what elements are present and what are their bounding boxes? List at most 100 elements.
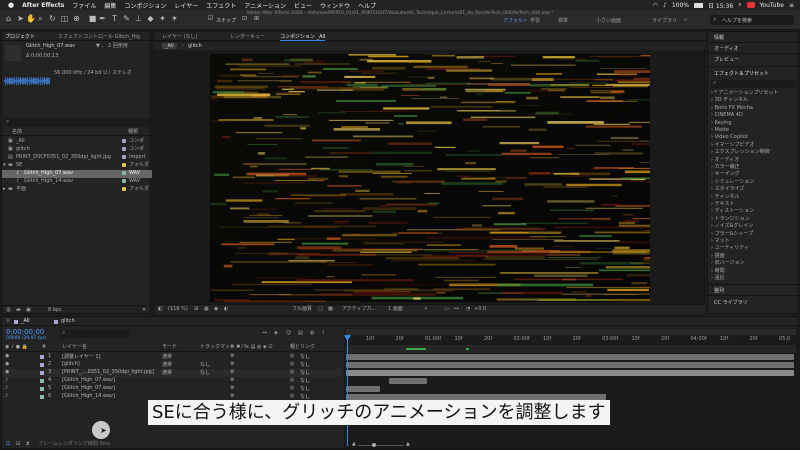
menu-file[interactable]: ファイル [68, 1, 100, 10]
effect-category[interactable]: › ノイズ&グレイン [711, 223, 753, 231]
effect-category[interactable]: › 時間 [711, 268, 725, 276]
libraries-panel-title[interactable]: CC ライブラリ [714, 299, 748, 306]
preview-panel-title[interactable]: プレビュー [714, 56, 739, 63]
zoom-out-icon[interactable]: ▲ [352, 441, 356, 449]
breadcrumb-all[interactable]: _All [162, 43, 177, 49]
eraser-tool-icon[interactable]: ◆ [146, 14, 155, 24]
effects-presets-title[interactable]: エフェクト＆プリセット [714, 70, 769, 77]
menu-layer[interactable]: レイヤー [170, 1, 202, 10]
exposure-icon[interactable]: ◔ [466, 306, 470, 314]
column-name-header[interactable]: 名前 [12, 129, 22, 137]
layer-parent-dropdown[interactable]: なし [300, 361, 310, 368]
tab-timeline-glitch[interactable]: glitch [61, 318, 75, 324]
folder-collapse-icon[interactable]: ▸ [3, 186, 6, 194]
new-comp-icon[interactable]: ▣ [26, 307, 31, 315]
layer-parent-dropdown[interactable]: なし [300, 393, 310, 400]
layer-mode-dropdown[interactable]: 通常 [162, 369, 172, 376]
audio-toggle-icon[interactable]: ♪ [5, 377, 8, 383]
modes-toggle-icon[interactable]: ⊟ [16, 441, 20, 449]
clone-tool-icon[interactable]: ⊥ [134, 14, 143, 24]
layer-row[interactable]: ♪ 4 [Glitch_High_07.wav] ⚙ ◎ なし [2, 377, 342, 385]
menu-help[interactable]: ヘルプ [354, 1, 380, 10]
camera-dropdown[interactable]: アクティブカ... [342, 306, 376, 314]
layer-switch-icon[interactable]: ⚙ [230, 377, 234, 383]
tab-layer[interactable]: レイヤー (なし) [162, 33, 197, 40]
wifi-icon[interactable]: ◠ [653, 2, 658, 9]
text-tool-icon[interactable]: T [110, 14, 119, 24]
zoom-dropdown[interactable]: (116 %) [168, 306, 188, 314]
timeline-graph-area[interactable]: 10f 20f 01:00f 10f 20f 02:00f 10f 20f 03:00f 10f 2… [344, 328, 800, 448]
clock[interactable]: 日 15:36 [708, 1, 733, 10]
list-item[interactable]: ♪ Glitch_High_14.wav WAV [2, 178, 152, 186]
effect-category[interactable]: › チャンネル [711, 194, 739, 202]
layer-switch-icon[interactable]: ⚙ [230, 369, 234, 375]
rotate-tool-icon[interactable]: ↻ [48, 14, 57, 24]
effect-category[interactable]: › 遠近 [711, 275, 725, 283]
workspace-menu-icon[interactable]: » [684, 17, 687, 23]
resolution-dropdown[interactable]: フル画質 [292, 306, 312, 314]
pen-tool-icon[interactable]: ✒ [98, 14, 107, 24]
zoom-slider-thumb[interactable] [372, 443, 376, 447]
show-snapshot-icon[interactable]: ◐ [224, 306, 228, 314]
tab-effect-controls[interactable]: エフェクトコントロール Glitch_Hig [58, 33, 140, 40]
layer-row[interactable]: ◉ 3 [PRINT_....0351_02_350dpi_light.jpg] 通常… [2, 369, 342, 377]
label-color-chip[interactable] [40, 378, 44, 383]
layer-name[interactable]: [PRINT_....0351_02_350dpi_light.jpg] [62, 369, 154, 375]
region-of-interest-icon[interactable]: ▢ [318, 306, 323, 314]
audio-toggle-icon[interactable]: ♪ [5, 393, 8, 399]
camera-tool-icon[interactable]: ◫ [60, 14, 69, 24]
effect-category[interactable]: › オーディオ [711, 157, 739, 165]
menu-edit[interactable]: 編集 [100, 1, 120, 10]
effect-category[interactable]: › エクスプレッション制御 [711, 149, 769, 157]
pickwhip-icon[interactable]: ◎ [290, 353, 294, 359]
bit-depth[interactable]: 8 bpc [48, 307, 62, 315]
transparency-grid-icon[interactable]: ▩ [328, 306, 333, 314]
menu-list-icon[interactable]: ≡ [789, 2, 794, 9]
layer-parent-dropdown[interactable]: なし [300, 369, 310, 376]
layer-switch-icon[interactable]: ⚙ [230, 361, 234, 367]
layer-name[interactable]: [Glitch_High_14.wav] [62, 393, 115, 399]
folder-expand-icon[interactable]: ▾ [3, 162, 6, 170]
home-icon[interactable]: ⌂ [4, 14, 13, 24]
layer-name[interactable]: [Glitch_High_07.wav] [62, 385, 115, 391]
layer-switches-toggle-icon[interactable]: ⊡ [6, 441, 10, 449]
effect-category[interactable]: › * アニメーションプリセット [711, 90, 778, 98]
battery-icon[interactable] [693, 2, 703, 8]
shy-layers-icon[interactable]: ☺ [286, 330, 291, 338]
layer-name-header[interactable]: レイヤー名 [62, 344, 87, 352]
battery-percent[interactable]: 100% [672, 2, 689, 9]
layer-row[interactable]: ♪ 5 [Glitch_High_07.wav] ⚙ ◎ なし [2, 385, 342, 393]
layer-switch-icon[interactable]: ⚙ [230, 393, 234, 399]
views-dropdown[interactable]: 1 画面 [388, 306, 403, 314]
pickwhip-icon[interactable]: ◎ [290, 361, 294, 367]
layer-trkmat-dropdown[interactable]: なし [200, 369, 210, 376]
playhead-line[interactable] [347, 336, 348, 446]
rectangle-tool-icon[interactable]: ■ [88, 14, 97, 24]
effect-category[interactable]: › Video Copilot [711, 134, 748, 142]
draft-3d-icon[interactable]: ◈ [274, 330, 278, 338]
list-item[interactable]: ▸ ▬ 平面 フォルダ [2, 186, 152, 194]
effect-category[interactable]: › スタイライズ [711, 186, 744, 194]
time-ruler[interactable]: 10f 20f 01:00f 10f 20f 02:00f 10f 20f 03:00f 10f 2… [344, 336, 800, 344]
effect-category[interactable]: › キーイング [711, 171, 740, 179]
zoom-in-icon[interactable]: ▲ [406, 441, 410, 449]
list-item[interactable]: ♪ Glitch_High_07.wav WAV [2, 170, 152, 178]
layer-row[interactable]: ◉ 1 [調整レイヤー 1] 通常 ⚙ ◎ なし [2, 353, 342, 361]
preview-toggle-icon[interactable]: ◧ [158, 306, 163, 314]
zoom-slider[interactable]: ▲ ▲ [352, 441, 412, 449]
list-item[interactable]: ▣ glitch コンポ [2, 146, 152, 154]
pickwhip-icon[interactable]: ◎ [290, 393, 294, 399]
selection-tool-icon[interactable]: ➤ [16, 14, 25, 24]
effect-category[interactable]: › ディストーション [711, 208, 754, 216]
pickwhip-icon[interactable]: ◎ [290, 385, 294, 391]
tab-render-queue[interactable]: レンダーキュー [230, 33, 265, 40]
pan-behind-tool-icon[interactable]: ⊕ [72, 14, 81, 24]
snap-label[interactable]: スナップ [216, 17, 236, 24]
puppet-tool-icon[interactable]: ✶ [170, 14, 179, 24]
youtube-label[interactable]: YouTube [760, 2, 784, 9]
effect-category[interactable]: › Matte [711, 127, 729, 135]
fast-preview-icon[interactable]: ⚡ [424, 306, 428, 314]
audio-toggle-icon[interactable]: ♪ [5, 385, 8, 391]
work-area-bar[interactable] [346, 329, 796, 335]
label-color-chip[interactable] [40, 370, 44, 375]
